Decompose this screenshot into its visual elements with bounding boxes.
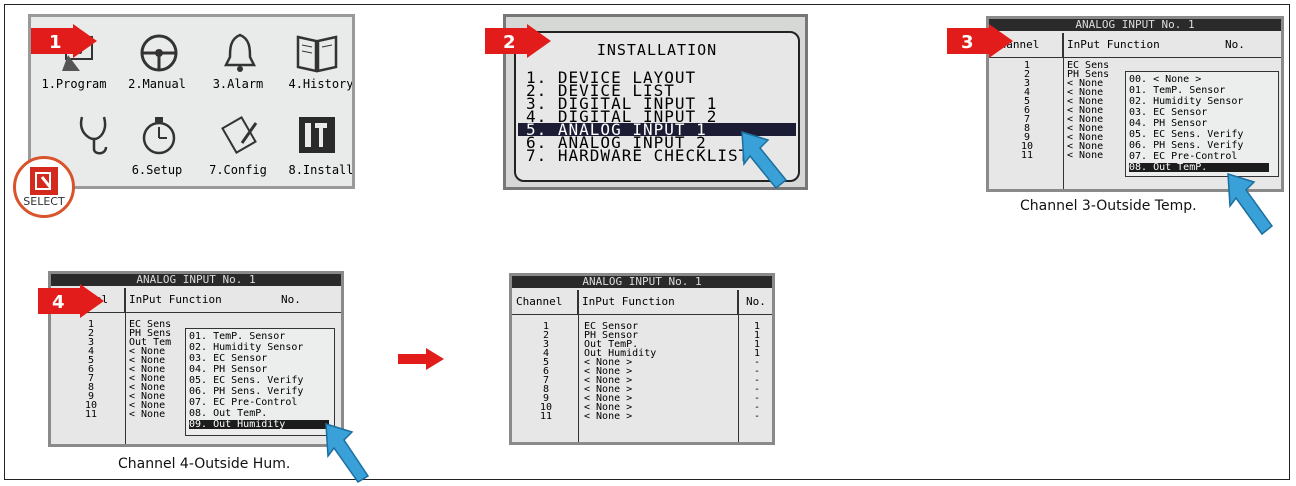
menu-label: 6.Setup — [131, 163, 183, 177]
popup-option[interactable]: 03. EC Sensor — [189, 354, 329, 364]
list-item: 11 — [84, 409, 98, 420]
analog-input-screen-result: ANALOG INPUT No. 1 Channel InPut Functio… — [509, 273, 775, 445]
caption-step-4: Channel 4-Outside Hum. — [118, 456, 291, 472]
pointer-arrow-icon — [325, 422, 370, 484]
bell-icon — [223, 33, 257, 72]
no-header: No. — [281, 293, 301, 306]
installation-title: INSTALLATION — [596, 41, 718, 59]
popup-option[interactable]: 01. TemP. Sensor — [1129, 86, 1269, 96]
popup-option[interactable]: 00. < None > — [1129, 75, 1269, 85]
caption-step-3: Channel 3-Outside Temp. — [1020, 198, 1197, 214]
steering-wheel-icon — [140, 34, 178, 72]
popup-option[interactable]: 06. PH Sens. Verify — [1129, 141, 1269, 151]
no-header: No. — [746, 295, 766, 308]
step-number: 1 — [49, 32, 62, 53]
popup-option[interactable]: 07. EC Pre-Control — [189, 398, 329, 408]
channel-column: 1 2 3 4 5 6 7 8 9 10 11 — [1019, 61, 1035, 161]
popup-option-selected[interactable]: 09. Out Humidity — [189, 420, 329, 430]
function-column: EC Sens PH Sens < None < None < None < None < … — [1067, 61, 1109, 161]
menu-item-setup[interactable] — [119, 113, 199, 161]
popup-option[interactable]: 02. Humidity Sensor — [189, 343, 329, 353]
popup-option[interactable]: 05. EC Sens. Verify — [1129, 130, 1269, 140]
column-divider — [578, 290, 579, 442]
select-label: SELECT — [23, 195, 65, 208]
step-3-badge: 3 — [947, 24, 1017, 62]
menu-label: 4.History — [288, 77, 354, 91]
menu-label: 7.Config — [209, 163, 267, 177]
channel-column: 1 2 3 4 5 6 7 8 9 10 11 — [83, 320, 99, 420]
no-header: No. — [1225, 38, 1245, 51]
list-item: 11 — [539, 411, 553, 422]
popup-option[interactable]: 08. Out TemP. — [189, 409, 329, 419]
step-number: 3 — [961, 32, 974, 53]
list-item: < None — [1067, 150, 1104, 161]
list-item: - — [753, 411, 761, 422]
channel-column: 1 2 3 4 5 6 7 8 9 10 11 — [538, 322, 554, 422]
stopwatch-icon — [142, 117, 176, 155]
pointer-arrow-icon — [741, 130, 788, 190]
list-item: < None — [129, 409, 166, 420]
menu-item-manual[interactable] — [119, 31, 199, 79]
menu-item-history[interactable] — [277, 31, 352, 79]
menu-item-install[interactable] — [277, 113, 352, 161]
column-divider — [125, 288, 126, 444]
step-2-badge: 2 — [485, 24, 555, 62]
column-divider — [1063, 33, 1064, 189]
header-divider — [512, 314, 772, 315]
step-4-badge: 4 — [38, 284, 108, 322]
menu-label: 3.Alarm — [212, 77, 264, 91]
function-header: InPut Function — [578, 290, 738, 314]
menu-label: 8.Install — [288, 163, 354, 177]
popup-option[interactable]: 01. TemP. Sensor — [189, 332, 329, 342]
config-pencil-icon — [221, 116, 258, 154]
menu-item-config[interactable] — [200, 113, 280, 161]
number-column: 1111------- — [752, 322, 762, 422]
popup-option[interactable]: 03. EC Sensor — [1129, 108, 1269, 118]
channel-header: Channel — [514, 290, 578, 314]
header-divider — [989, 57, 1281, 58]
select-key-badge: SELECT — [13, 156, 75, 218]
installation-item[interactable]: 7. HARDWARE CHECKLIST — [526, 148, 749, 164]
analog-input-header: ANALOG INPUT No. 1 — [512, 276, 772, 288]
function-header: InPut Function — [1067, 38, 1160, 51]
analog-input-header: ANALOG INPUT No. 1 — [989, 19, 1281, 31]
tools-icon — [299, 117, 335, 153]
list-item: 11 — [1020, 150, 1034, 161]
step-1-badge: 1 — [31, 24, 101, 62]
list-item: < None > — [584, 411, 633, 422]
function-popup[interactable]: 01. TemP. Sensor 02. Humidity Sensor 03. E… — [185, 328, 335, 436]
analog-input-screen-3: ANALOG INPUT No. 1 Channel InPut Functio… — [986, 16, 1284, 192]
menu-item-alarm[interactable] — [200, 31, 280, 79]
pointer-arrow-icon — [1227, 172, 1274, 236]
next-arrow-icon — [398, 348, 444, 370]
popup-option[interactable]: 06. PH Sens. Verify — [189, 387, 329, 397]
menu-label: 2.Manual — [128, 77, 186, 91]
popup-option[interactable]: 05. EC Sens. Verify — [189, 376, 329, 386]
menu-label: 1.Program — [41, 77, 107, 91]
popup-option[interactable]: 04. PH Sensor — [189, 365, 329, 375]
popup-option[interactable]: 07. EC Pre-Control — [1129, 152, 1269, 162]
popup-option[interactable]: 02. Humidity Sensor — [1129, 97, 1269, 107]
book-icon — [296, 35, 338, 73]
popup-option[interactable]: 04. PH Sensor — [1129, 119, 1269, 129]
function-column: EC Sensor PH Sensor Out TemP. Out Humidity <… — [584, 322, 656, 422]
step-number: 2 — [503, 32, 516, 53]
function-popup[interactable]: 00. < None >01. TemP. Sensor 02. Humidity… — [1125, 71, 1279, 177]
column-divider — [738, 290, 739, 442]
stethoscope-icon — [79, 116, 108, 155]
function-header: InPut Function — [129, 293, 222, 306]
step-number: 4 — [52, 292, 65, 313]
function-column: EC Sens PH Sens Out Tem < None < None < None <… — [129, 320, 171, 420]
